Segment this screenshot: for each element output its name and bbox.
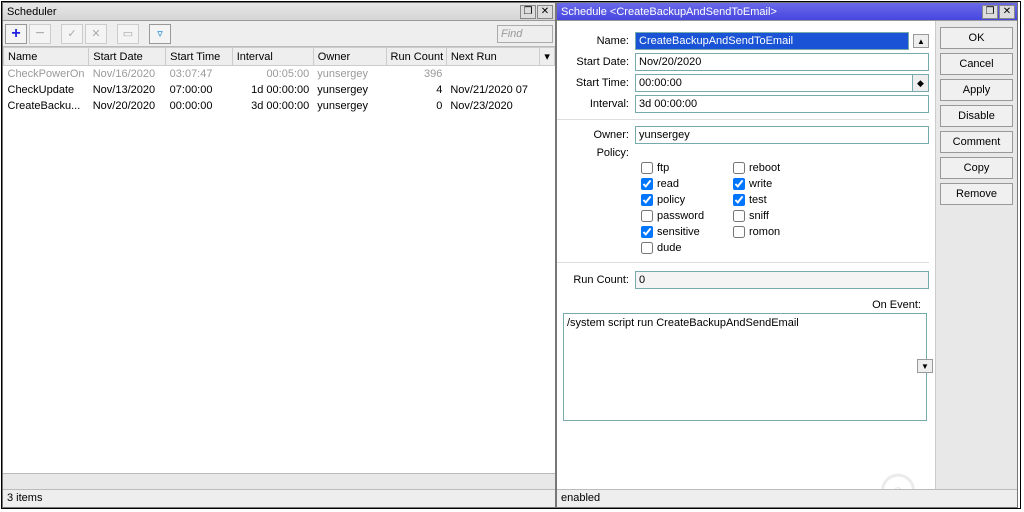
close-icon[interactable]: ✕ [537, 5, 553, 19]
restore-icon[interactable]: ❐ [520, 5, 536, 19]
scheduler-status: 3 items [3, 489, 555, 507]
scroll-down-icon[interactable]: ▼ [917, 359, 933, 373]
policy-sniff-checkbox[interactable]: sniff [733, 210, 813, 222]
on-event-label: On Event: [557, 299, 921, 311]
column-header[interactable]: Owner [313, 48, 386, 66]
enable-button[interactable]: ✓ [61, 24, 83, 44]
policy-romon-checkbox[interactable]: romon [733, 226, 813, 238]
start-time-dropdown-icon[interactable]: ◆ [913, 74, 929, 92]
name-input[interactable]: CreateBackupAndSendToEmail [635, 32, 909, 50]
run-count-value: 0 [635, 271, 929, 289]
button-column: OK Cancel Apply Disable Comment Copy Remove [935, 21, 1017, 489]
policy-test-checkbox[interactable]: test [733, 194, 813, 206]
scroll-up-icon[interactable]: ▲ [913, 34, 929, 48]
scheduler-toolbar: + − ✓ ✕ ▭ ▿ Find [3, 21, 555, 47]
policy-policy-checkbox[interactable]: policy [641, 194, 721, 206]
scheduler-title: Scheduler [5, 6, 519, 18]
policy-group: ftp reboot read write policy test password snif… [641, 162, 929, 254]
interval-input[interactable]: 3d 00:00:00 [635, 95, 929, 113]
policy-sensitive-checkbox[interactable]: sensitive [641, 226, 721, 238]
schedule-title: Schedule <CreateBackupAndSendToEmail> [559, 6, 981, 18]
policy-ftp-checkbox[interactable]: ftp [641, 162, 721, 174]
policy-dude-checkbox[interactable]: dude [641, 242, 721, 254]
interval-label: Interval: [557, 98, 635, 110]
schedule-status: enabled [557, 489, 1017, 507]
policy-read-checkbox[interactable]: read [641, 178, 721, 190]
table-row[interactable]: CheckPowerOnNov/16/202003:07:4700:05:00y… [4, 66, 555, 82]
policy-write-checkbox[interactable]: write [733, 178, 813, 190]
name-label: Name: [557, 35, 635, 47]
table-row[interactable]: CheckUpdateNov/13/202007:00:001d 00:00:0… [4, 82, 555, 98]
run-count-label: Run Count: [557, 274, 635, 286]
owner-input[interactable]: yunsergey [635, 126, 929, 144]
remove-button[interactable]: − [29, 24, 51, 44]
cancel-button[interactable]: Cancel [940, 53, 1013, 75]
on-event-input[interactable]: /system script run CreateBackupAndSendEm… [563, 313, 927, 421]
disable-button[interactable]: ✕ [85, 24, 107, 44]
start-time-input[interactable]: 00:00:00 [635, 74, 913, 92]
find-input[interactable]: Find [497, 25, 553, 43]
add-button[interactable]: + [5, 24, 27, 44]
remove-button[interactable]: Remove [940, 183, 1013, 205]
policy-label: Policy: [557, 147, 635, 159]
owner-label: Owner: [557, 129, 635, 141]
column-header[interactable]: Next Run [446, 48, 540, 66]
form-area: Name: CreateBackupAndSendToEmail ▲ Start… [557, 21, 935, 489]
scheduler-window: Scheduler ❐ ✕ + − ✓ ✕ ▭ ▿ Find NameStart… [2, 2, 556, 508]
column-header[interactable]: Interval [232, 48, 313, 66]
ok-button[interactable]: OK [940, 27, 1013, 49]
apply-button[interactable]: Apply [940, 79, 1013, 101]
column-header[interactable]: Run Count [386, 48, 446, 66]
restore-icon[interactable]: ❐ [982, 5, 998, 19]
policy-reboot-checkbox[interactable]: reboot [733, 162, 813, 174]
copy-button[interactable]: Copy [940, 157, 1013, 179]
start-date-input[interactable]: Nov/20/2020 [635, 53, 929, 71]
column-header[interactable]: Name [4, 48, 89, 66]
horizontal-scrollbar[interactable] [3, 473, 555, 489]
close-icon[interactable]: ✕ [999, 5, 1015, 19]
schedule-titlebar: Schedule <CreateBackupAndSendToEmail> ❐ … [557, 3, 1017, 21]
scheduler-titlebar: Scheduler ❐ ✕ [3, 3, 555, 21]
filter-button[interactable]: ▿ [149, 24, 171, 44]
start-time-label: Start Time: [557, 77, 635, 89]
disable-button[interactable]: Disable [940, 105, 1013, 127]
schedule-window: Schedule <CreateBackupAndSendToEmail> ❐ … [556, 2, 1018, 508]
policy-password-checkbox[interactable]: password [641, 210, 721, 222]
scheduler-grid[interactable]: NameStart DateStart TimeIntervalOwnerRun… [3, 47, 555, 473]
table-row[interactable]: CreateBacku...Nov/20/202000:00:003d 00:0… [4, 98, 555, 114]
comment-button[interactable]: ▭ [117, 24, 139, 44]
column-header[interactable]: Start Date [89, 48, 166, 66]
start-date-label: Start Date: [557, 56, 635, 68]
column-header[interactable]: Start Time [166, 48, 233, 66]
comment-button[interactable]: Comment [940, 131, 1013, 153]
column-overflow-icon[interactable]: ▾ [540, 48, 555, 66]
